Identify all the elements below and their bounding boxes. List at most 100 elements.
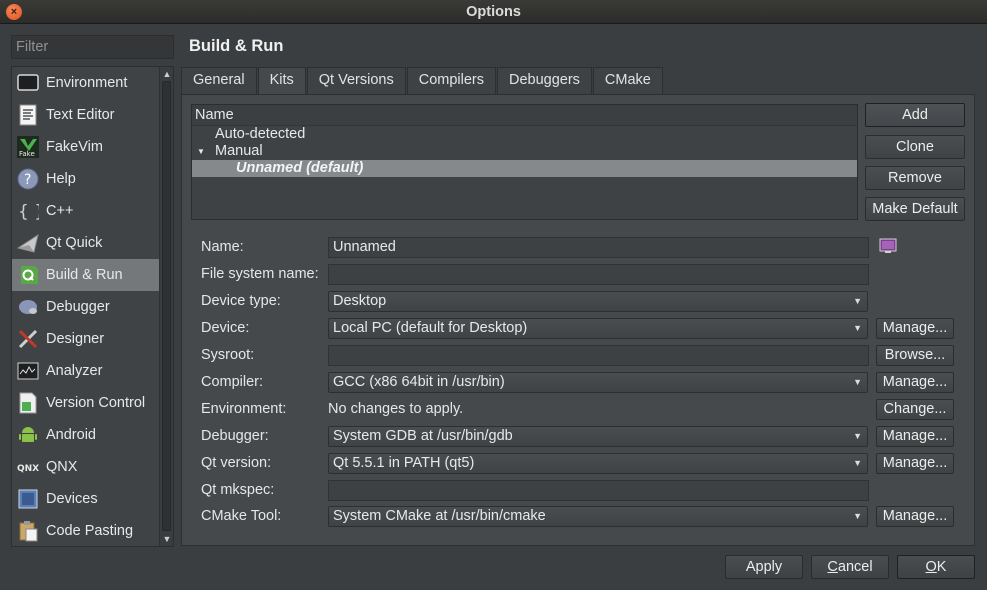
sidebar-item-help[interactable]: ? Help [12, 163, 160, 195]
sidebar-item-designer[interactable]: Designer [12, 323, 160, 355]
cmake-tool-value: System CMake at /usr/bin/cmake [333, 508, 546, 524]
sidebar-scrollbar[interactable]: ▲ ▼ [159, 67, 173, 546]
qt-version-select[interactable]: Qt 5.5.1 in PATH (qt5) ▼ [328, 453, 868, 474]
device-type-label: Device type: [201, 293, 281, 309]
sidebar-item-label: Build & Run [46, 267, 123, 283]
analyzer-icon [17, 360, 39, 382]
sidebar-item-qnx[interactable]: QNX QNX [12, 451, 160, 483]
qt-mkspec-field[interactable] [328, 480, 869, 501]
remove-button[interactable]: Remove [865, 166, 965, 190]
sidebar-item-label: Debugger [46, 299, 110, 315]
device-manage-button[interactable]: Manage... [876, 318, 954, 339]
tree-row-auto-detected[interactable]: Auto-detected [192, 126, 857, 143]
sidebar-item-qt-quick[interactable]: Qt Quick [12, 227, 160, 259]
tab-cmake[interactable]: CMake [592, 67, 663, 94]
debugger-manage-button[interactable]: Manage... [876, 426, 954, 447]
qt-version-manage-button[interactable]: Manage... [876, 453, 954, 474]
device-label: Device: [201, 320, 250, 336]
sidebar-item-label: Version Control [46, 395, 146, 411]
sidebar-item-label: Analyzer [46, 363, 103, 379]
debugger-value: System GDB at /usr/bin/gdb [333, 428, 513, 444]
make-default-button[interactable]: Make Default [865, 197, 965, 221]
window-title-bar: × Options [0, 0, 987, 24]
device-select[interactable]: Local PC (default for Desktop) ▼ [328, 318, 868, 339]
version-control-icon [17, 392, 39, 414]
compiler-select[interactable]: GCC (x86 64bit in /usr/bin) ▼ [328, 372, 868, 393]
sysroot-field[interactable] [328, 345, 869, 366]
tab-general[interactable]: General [181, 67, 257, 94]
sidebar-item-code-pasting[interactable]: Code Pasting [12, 515, 160, 546]
sidebar-item-debugger[interactable]: Debugger [12, 291, 160, 323]
sidebar-item-label: FakeVim [46, 139, 103, 155]
chevron-down-icon: ▼ [853, 377, 862, 387]
sidebar-item-android[interactable]: Android [12, 419, 160, 451]
sidebar-item-text-editor[interactable]: Text Editor [12, 99, 160, 131]
filter-input[interactable]: Filter [11, 35, 174, 59]
debugger-select[interactable]: System GDB at /usr/bin/gdb ▼ [328, 426, 868, 447]
apply-button[interactable]: Apply [725, 555, 803, 579]
code-pasting-icon [17, 520, 39, 542]
window-title: Options [466, 4, 521, 20]
sidebar-item-label: Text Editor [46, 107, 115, 123]
cancel-button[interactable]: Cancel [811, 555, 889, 579]
tab-compilers[interactable]: Compilers [406, 67, 496, 94]
tree-row-manual[interactable]: ▼ Manual [192, 143, 857, 160]
scroll-up-icon[interactable]: ▲ [162, 69, 172, 79]
ok-mnemonic: O [925, 559, 937, 575]
sidebar-item-cpp[interactable]: { } C++ [12, 195, 160, 227]
compiler-manage-button[interactable]: Manage... [876, 372, 954, 393]
build-run-icon [17, 264, 39, 286]
sidebar-item-label: C++ [46, 203, 74, 219]
sidebar-item-label: Designer [46, 331, 105, 347]
sidebar-item-label: Qt Quick [46, 235, 103, 251]
clone-button[interactable]: Clone [865, 135, 965, 159]
category-sidebar: Environment Text Editor Fake FakeVim ? H… [11, 66, 174, 547]
scrollbar-thumb[interactable] [162, 81, 171, 531]
file-system-name-field[interactable] [328, 264, 869, 285]
android-icon [17, 424, 39, 446]
svg-text:QNX: QNX [17, 464, 39, 473]
kit-tree[interactable]: Name Auto-detected ▼ Manual Unnamed (defa… [191, 104, 858, 220]
add-button[interactable]: Add [865, 103, 965, 127]
device-screen-icon[interactable] [879, 238, 897, 254]
sidebar-item-fakevim[interactable]: Fake FakeVim [12, 131, 160, 163]
tab-qt-versions[interactable]: Qt Versions [306, 67, 406, 94]
braces-icon: { } [17, 200, 39, 222]
sidebar-item-devices[interactable]: Devices [12, 483, 160, 515]
qt-quick-icon [17, 232, 39, 254]
tree-row-label: Manual [215, 143, 263, 159]
svg-text:Fake: Fake [19, 150, 35, 158]
chevron-down-icon: ▼ [853, 511, 862, 521]
device-type-value: Desktop [333, 293, 387, 309]
sysroot-browse-button[interactable]: Browse... [876, 345, 954, 366]
qt-version-value: Qt 5.5.1 in PATH (qt5) [333, 455, 475, 471]
tab-kits[interactable]: Kits [257, 67, 306, 95]
scroll-down-icon[interactable]: ▼ [162, 534, 172, 544]
environment-change-button[interactable]: Change... [876, 399, 954, 420]
ok-label-rest: K [936, 559, 947, 575]
monitor-icon [17, 72, 39, 94]
close-icon[interactable]: × [6, 4, 22, 20]
name-field[interactable]: Unnamed [328, 237, 869, 258]
cmake-tool-select[interactable]: System CMake at /usr/bin/cmake ▼ [328, 506, 868, 527]
qnx-icon: QNX [17, 456, 39, 478]
sidebar-item-build-run[interactable]: Build & Run [12, 259, 160, 291]
cmake-tool-manage-button[interactable]: Manage... [876, 506, 954, 527]
sidebar-item-analyzer[interactable]: Analyzer [12, 355, 160, 387]
sidebar-item-label: Help [46, 171, 76, 187]
help-icon: ? [17, 168, 39, 190]
sidebar-item-environment[interactable]: Environment [12, 67, 160, 99]
ok-button[interactable]: OK [897, 555, 975, 579]
tree-header-name[interactable]: Name [192, 105, 857, 126]
tree-row-label: Auto-detected [215, 126, 306, 142]
sidebar-item-label: Devices [46, 491, 98, 507]
qt-version-label: Qt version: [201, 455, 272, 471]
sidebar-item-label: Environment [46, 75, 128, 91]
tree-row-unnamed-default[interactable]: Unnamed (default) [192, 160, 857, 177]
expand-arrow-icon[interactable]: ▼ [197, 143, 215, 160]
device-type-select[interactable]: Desktop ▼ [328, 291, 868, 312]
designer-icon [17, 328, 39, 350]
environment-label: Environment: [201, 401, 287, 417]
sidebar-item-version-control[interactable]: Version Control [12, 387, 160, 419]
tab-debuggers[interactable]: Debuggers [496, 67, 592, 94]
